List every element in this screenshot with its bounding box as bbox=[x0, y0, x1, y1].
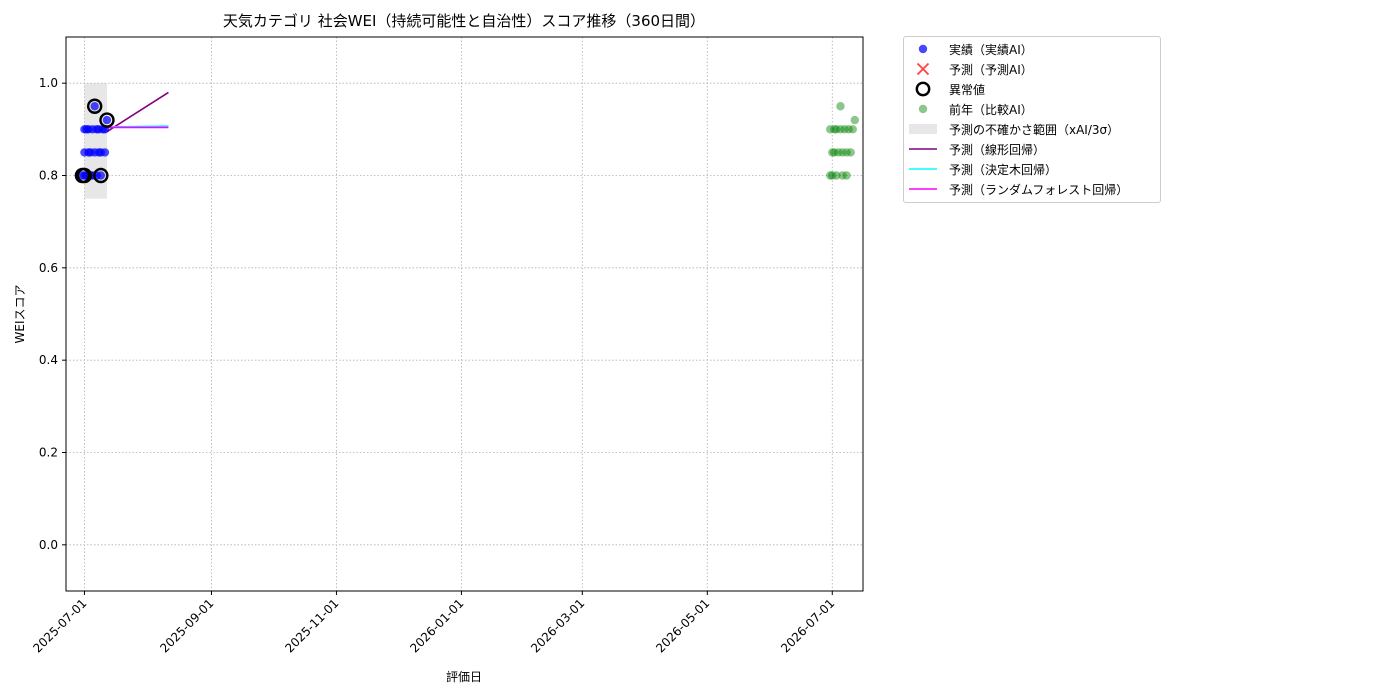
x-tick-label: 2025-11-01 bbox=[282, 596, 341, 655]
legend-key bbox=[904, 39, 942, 59]
legend-label: 予測の不確かさ範囲（xAI/3σ） bbox=[949, 122, 1120, 137]
legend-item: 予測（予測AI） bbox=[904, 59, 1160, 79]
legend-key bbox=[904, 139, 942, 159]
x-tick-label: 2025-07-01 bbox=[30, 596, 89, 655]
scatter-points-layer bbox=[78, 102, 860, 180]
legend-item: 予測（線形回帰） bbox=[904, 139, 1160, 159]
legend-label: 前年（比較AI） bbox=[949, 102, 1033, 117]
y-tick-label: 0.2 bbox=[39, 446, 58, 460]
legend-marker bbox=[916, 62, 930, 76]
legend-key bbox=[904, 119, 942, 139]
actual-point bbox=[96, 171, 106, 180]
x-tick-label: 2026-01-01 bbox=[407, 596, 466, 655]
previous-year-point bbox=[850, 115, 860, 125]
legend-marker bbox=[918, 44, 928, 54]
legend-item: 実績（実績AI） bbox=[904, 39, 1160, 59]
chart-title: 天気カテゴリ 社会WEI（持続可能性と自治性）スコア推移（360日間） bbox=[223, 12, 705, 30]
legend-label: 異常値 bbox=[949, 82, 986, 97]
forecast-lines-layer bbox=[106, 91, 169, 133]
y-tick-label: 0.6 bbox=[39, 261, 58, 275]
y-axis-label: WEIスコア bbox=[13, 285, 27, 344]
actual-point bbox=[90, 102, 99, 111]
x-tick-label: 2026-05-01 bbox=[653, 596, 712, 655]
legend-label: 実績（実績AI） bbox=[949, 42, 1033, 57]
legend-key bbox=[904, 159, 942, 179]
legend-key bbox=[904, 59, 942, 79]
x-tick-label: 2026-03-01 bbox=[528, 596, 587, 655]
plot-frame bbox=[65, 36, 864, 592]
legend-item: 前年（比較AI） bbox=[904, 99, 1160, 119]
legend-item: 予測（決定木回帰） bbox=[904, 159, 1160, 179]
y-tick-label: 0.4 bbox=[39, 353, 58, 367]
legend-key bbox=[904, 99, 942, 119]
legend-item: 予測（ランダムフォレスト回帰） bbox=[904, 179, 1160, 199]
legend-item: 異常値 bbox=[904, 79, 1160, 99]
legend-marker bbox=[915, 81, 931, 97]
legend-key bbox=[904, 79, 942, 99]
legend-label: 予測（決定木回帰） bbox=[949, 162, 1058, 177]
legend-label: 予測（予測AI） bbox=[949, 62, 1033, 77]
grid-lines bbox=[66, 37, 863, 591]
legend: 実績（実績AI） 予測（予測AI） 異常値前年（比較AI） 予測の不確かさ範囲（xAI… bbox=[903, 36, 1161, 203]
y-tick-label: 0.0 bbox=[39, 538, 58, 552]
y-tick-label: 1.0 bbox=[39, 76, 58, 90]
legend-label: 予測（ランダムフォレスト回帰） bbox=[949, 182, 1129, 197]
previous-year-point bbox=[848, 125, 857, 134]
legend-label: 予測（線形回帰） bbox=[949, 142, 1046, 157]
previous-year-point bbox=[842, 171, 851, 180]
actual-point bbox=[102, 115, 112, 125]
x-tick-label: 2026-07-01 bbox=[778, 596, 837, 655]
x-axis-label: 評価日 bbox=[446, 669, 482, 684]
y-tick-label: 0.8 bbox=[39, 169, 58, 183]
legend-marker bbox=[909, 124, 937, 134]
previous-year-point bbox=[846, 148, 855, 157]
chart-canvas: 天気カテゴリ 社会WEI（持続可能性と自治性）スコア推移（360日間） 2025… bbox=[13, 12, 864, 684]
legend-marker bbox=[918, 104, 928, 114]
x-tick-label: 2025-09-01 bbox=[157, 596, 216, 655]
y-axis: 0.0 0.2 0.4 0.6 0.8 1.0 bbox=[39, 76, 66, 552]
actual-point bbox=[100, 148, 110, 157]
legend-key bbox=[904, 179, 942, 199]
previous-year-point bbox=[836, 102, 845, 111]
legend-item: 予測の不確かさ範囲（xAI/3σ） bbox=[904, 119, 1160, 139]
x-axis: 2025-07-01 2025-09-01 2025-11-01 2026-01-01… bbox=[30, 591, 837, 655]
